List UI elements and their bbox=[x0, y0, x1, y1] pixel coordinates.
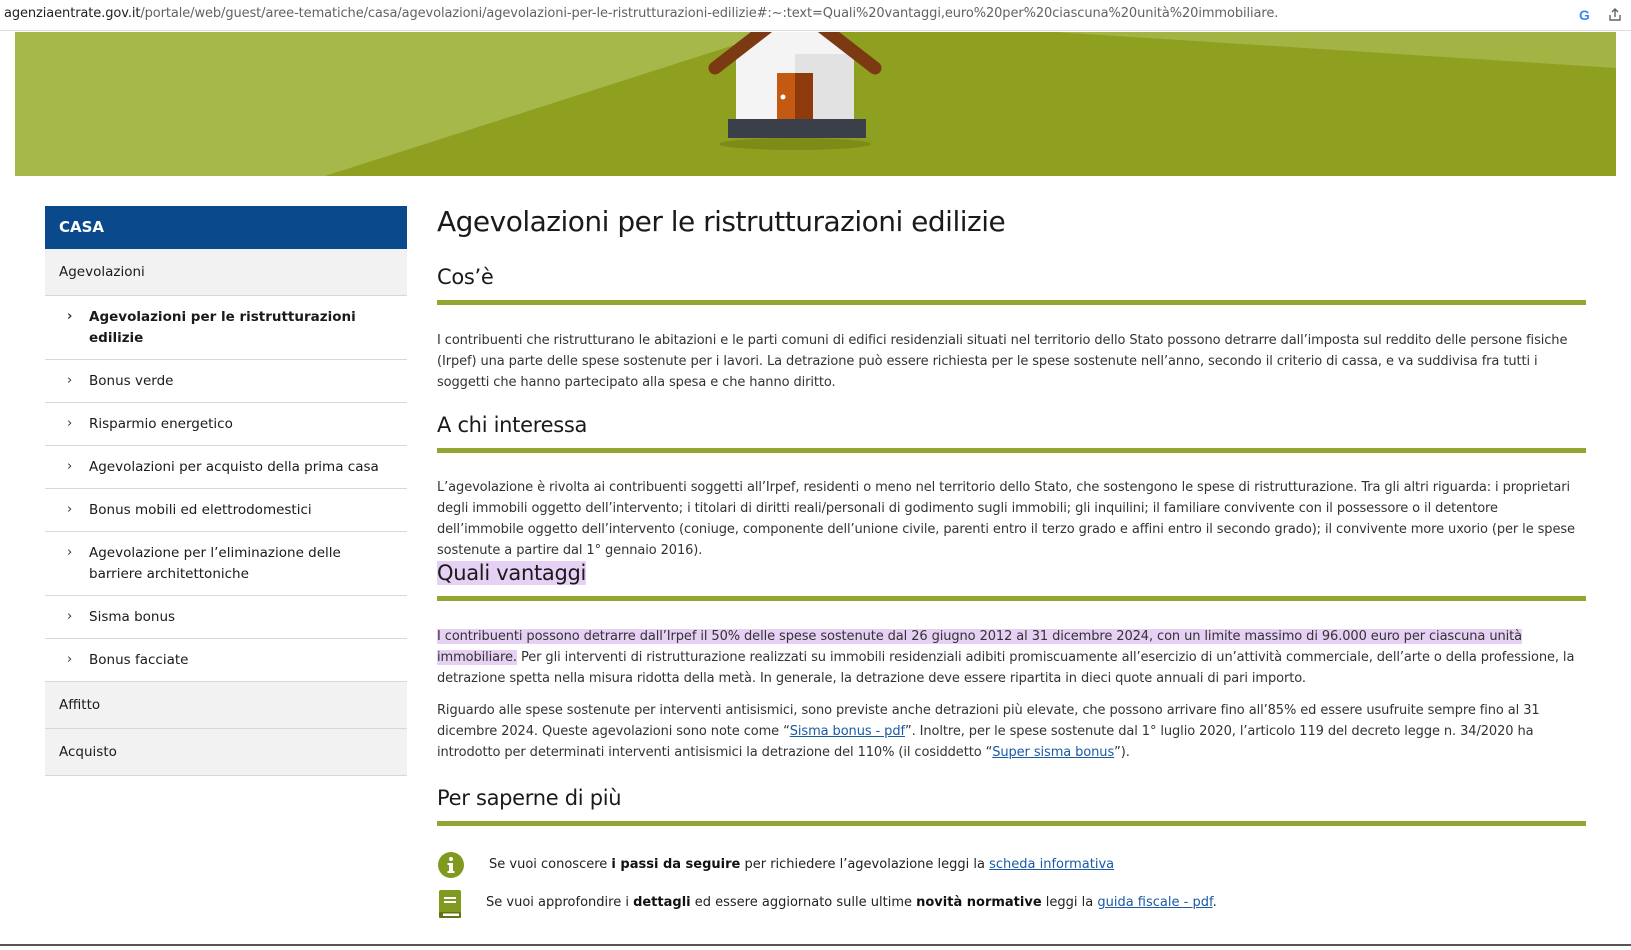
sidebar-item-acquisto[interactable]: Acquisto bbox=[45, 729, 407, 776]
scheda-informativa-link[interactable]: scheda informativa bbox=[989, 857, 1114, 872]
paragraph-text: Per gli interventi di ristrutturazione r… bbox=[437, 650, 1575, 686]
paragraph-text: ”). bbox=[1114, 745, 1130, 760]
text: Se vuoi conoscere bbox=[489, 857, 612, 872]
section-heading: A chi interessa bbox=[437, 413, 588, 437]
sidebar-item-label: Bonus verde bbox=[89, 373, 174, 389]
sisma-bonus-link[interactable]: Sisma bonus - pdf bbox=[790, 724, 905, 739]
sidebar-item-label: Acquisto bbox=[59, 744, 117, 760]
sidebar-item-affitto[interactable]: Affitto bbox=[45, 682, 407, 729]
hero-banner bbox=[15, 32, 1616, 176]
chevron-right-icon: › bbox=[67, 416, 73, 431]
chi-interessa-paragraph: L’agevolazione è rivolta ai contribuenti… bbox=[437, 480, 1575, 558]
vantaggi-paragraph-1: I contribuenti possono detrarre dall’Irp… bbox=[437, 626, 1586, 689]
address-bar[interactable]: agenziaentrate.gov.it/portale/web/guest/… bbox=[0, 0, 1631, 31]
sidebar-item-label: Risparmio energetico bbox=[89, 416, 233, 432]
sidebar-subitem-prima-casa[interactable]: › Agevolazioni per acquisto della prima … bbox=[45, 446, 407, 489]
section-quali-vantaggi: Quali vantaggi bbox=[437, 558, 1586, 601]
text: per richiedere l’agevolazione leggi la bbox=[740, 857, 990, 872]
sidebar-item-label: Bonus facciate bbox=[89, 652, 189, 668]
chevron-right-icon: › bbox=[67, 502, 73, 517]
section-divider bbox=[437, 448, 1586, 453]
sidebar-item-agevolazioni[interactable]: Agevolazioni bbox=[45, 249, 407, 296]
sidebar-item-label: Affitto bbox=[59, 697, 101, 713]
sidebar-nav: CASA Agevolazioni › Agevolazioni per le … bbox=[45, 206, 407, 776]
text: leggi la bbox=[1041, 895, 1098, 910]
sidebar-header[interactable]: CASA bbox=[45, 206, 407, 249]
section-per-saperne-di-piu: Per saperne di più bbox=[437, 783, 1586, 826]
bold-text: i passi da seguire bbox=[611, 857, 741, 872]
bold-text: novità normative bbox=[916, 895, 1042, 910]
text: . bbox=[1212, 895, 1217, 910]
sidebar-item-label: Agevolazioni per le ristrutturazioni edi… bbox=[89, 309, 356, 346]
sidebar-subitem-barriere-architettoniche[interactable]: › Agevolazione per l’eliminazione delle … bbox=[45, 532, 407, 596]
section-chi-interessa: A chi interessa bbox=[437, 410, 1586, 453]
url-text[interactable]: agenziaentrate.gov.it/portale/web/guest/… bbox=[4, 6, 1278, 21]
chevron-right-icon: › bbox=[67, 309, 73, 324]
highlighted-heading: Quali vantaggi bbox=[437, 561, 587, 585]
bold-text: dettagli bbox=[633, 895, 691, 910]
sidebar-item-label: Sisma bonus bbox=[89, 609, 176, 625]
sidebar-subitem-risparmio-energetico[interactable]: › Risparmio energetico bbox=[45, 403, 407, 446]
cose-paragraph: I contribuenti che ristrutturano le abit… bbox=[437, 333, 1568, 390]
sidebar-subitem-bonus-facciate[interactable]: › Bonus facciate bbox=[45, 639, 407, 682]
book-icon bbox=[439, 890, 461, 918]
section-heading: Quali vantaggi bbox=[437, 558, 1586, 588]
section-heading: Cos’è bbox=[437, 265, 494, 289]
text: ed essere aggiornato sulle ultime bbox=[690, 895, 917, 910]
page-title: Agevolazioni per le ristrutturazioni edi… bbox=[437, 205, 1006, 238]
url-domain: agenziaentrate.gov.it bbox=[4, 6, 141, 21]
house-illustration bbox=[15, 32, 1616, 176]
page-bottom-border bbox=[0, 944, 1631, 946]
info-icon bbox=[438, 852, 464, 878]
section-cose: Cos’è bbox=[437, 262, 1586, 305]
guide-text: Se vuoi approfondire i dettagli ed esser… bbox=[486, 892, 1217, 914]
sidebar-item-label: Agevolazioni bbox=[59, 264, 145, 280]
chevron-right-icon: › bbox=[67, 545, 73, 560]
sidebar-item-label: Agevolazioni per acquisto della prima ca… bbox=[89, 459, 379, 475]
text: Se vuoi approfondire i bbox=[486, 895, 634, 910]
vantaggi-paragraph-2: Riguardo alle spese sostenute per interv… bbox=[437, 700, 1586, 763]
share-icon[interactable] bbox=[1607, 7, 1623, 23]
sidebar-subitem-bonus-verde[interactable]: › Bonus verde bbox=[45, 360, 407, 403]
sidebar-subitem-ristrutturazioni[interactable]: › Agevolazioni per le ristrutturazioni e… bbox=[45, 296, 407, 360]
main-content: Agevolazioni per le ristrutturazioni edi… bbox=[437, 200, 1586, 918]
section-heading: Per saperne di più bbox=[437, 786, 622, 810]
chevron-right-icon: › bbox=[67, 652, 73, 667]
sidebar-item-label: Agevolazione per l’eliminazione delle ba… bbox=[89, 545, 341, 582]
section-divider bbox=[437, 821, 1586, 826]
section-divider bbox=[437, 300, 1586, 305]
guida-fiscale-link[interactable]: guida fiscale - pdf bbox=[1097, 895, 1212, 910]
url-path: /portale/web/guest/aree-tematiche/casa/a… bbox=[140, 6, 1279, 21]
google-icon[interactable]: G bbox=[1579, 7, 1595, 23]
more-info-text: Se vuoi conoscere i passi da seguire per… bbox=[489, 854, 1114, 876]
sidebar-item-label: Bonus mobili ed elettrodomestici bbox=[89, 502, 312, 518]
section-divider bbox=[437, 596, 1586, 601]
sidebar-subitem-sisma-bonus[interactable]: › Sisma bonus bbox=[45, 596, 407, 639]
chevron-right-icon: › bbox=[67, 459, 73, 474]
sidebar-subitem-bonus-mobili[interactable]: › Bonus mobili ed elettrodomestici bbox=[45, 489, 407, 532]
chevron-right-icon: › bbox=[67, 373, 73, 388]
chevron-right-icon: › bbox=[67, 609, 73, 624]
super-sisma-bonus-link[interactable]: Super sisma bonus bbox=[992, 745, 1114, 760]
